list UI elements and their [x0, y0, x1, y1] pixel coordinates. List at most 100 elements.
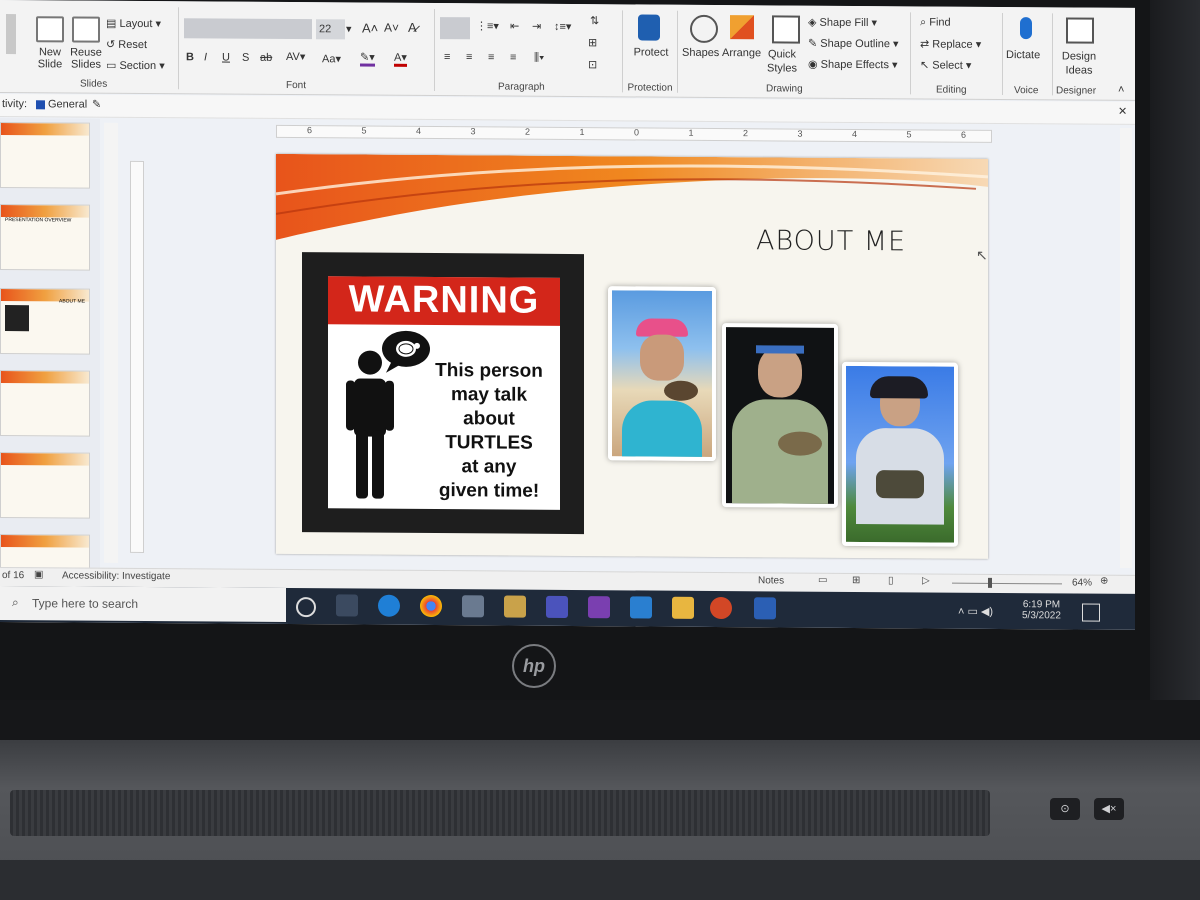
internet-explorer-icon[interactable] — [378, 594, 400, 617]
slide-thumbnail[interactable] — [0, 452, 90, 519]
strikethrough-icon[interactable]: ab — [260, 52, 272, 64]
protect-lock-icon[interactable] — [638, 14, 660, 41]
notes-button[interactable]: Notes — [758, 575, 784, 586]
slide-thumbnail[interactable] — [0, 122, 90, 189]
italic-icon[interactable]: I — [204, 51, 207, 63]
line-spacing-icon[interactable]: ↕≡▾ — [554, 20, 571, 33]
word-icon[interactable] — [754, 597, 776, 620]
thumbnail-banner — [1, 535, 89, 548]
columns-icon[interactable]: ⫼▾ — [534, 52, 544, 65]
shapes-button[interactable]: Shapes — [682, 47, 719, 59]
change-case-icon[interactable]: Aa▾ — [322, 52, 341, 65]
slide-thumbnail[interactable]: ABOUT ME — [0, 288, 90, 355]
justify-icon[interactable]: ≡ — [510, 52, 516, 64]
photo-beach-turtle[interactable] — [608, 286, 716, 461]
collapse-ribbon-icon[interactable]: ˄ — [1118, 84, 1124, 96]
teams-icon[interactable] — [546, 595, 568, 618]
cortana-icon[interactable] — [296, 597, 316, 618]
slide-thumbnail[interactable]: PRESENTATION OVERVIEW — [0, 204, 90, 271]
increase-indent-icon[interactable]: ⇥ — [532, 20, 541, 33]
accessibility-status[interactable]: Accessibility: Investigate — [62, 570, 170, 582]
align-text-icon[interactable]: ⊞ — [588, 36, 597, 49]
shrink-font-icon[interactable]: A˅ — [384, 21, 399, 35]
taskbar-search-box[interactable]: ⌕ Type here to search — [0, 586, 286, 622]
reading-view-icon[interactable]: ▯ — [888, 575, 894, 586]
slide-title[interactable]: ABOUT ME — [756, 225, 956, 257]
underline-icon[interactable]: U — [222, 52, 230, 64]
highlight-icon[interactable]: ✎▾ — [360, 50, 375, 67]
protect-button[interactable]: Protect — [628, 46, 674, 58]
protection-group: Protect Protection — [624, 4, 676, 96]
outlook-icon[interactable] — [630, 596, 652, 619]
zoom-slider-thumb[interactable] — [988, 577, 992, 588]
bullets-icon[interactable] — [440, 17, 470, 40]
numbering-icon[interactable]: ⋮≡▾ — [476, 19, 499, 32]
shape-effects-button[interactable]: ◉ Shape Effects ▾ — [808, 58, 898, 72]
font-name-dropdown[interactable] — [184, 18, 312, 40]
char-spacing-icon[interactable]: AV▾ — [286, 50, 305, 63]
arrange-icon[interactable] — [730, 15, 754, 40]
quick-styles-button[interactable]: Quick Styles — [764, 47, 800, 75]
chrome-icon[interactable] — [420, 594, 442, 618]
font-size-dropdown-icon[interactable]: ▾ — [346, 19, 358, 39]
task-view-icon[interactable] — [336, 594, 358, 617]
design-ideas-icon[interactable] — [1066, 17, 1094, 44]
layout-button[interactable]: ▤ Layout ▾ — [106, 17, 161, 30]
fit-slide-icon[interactable]: ⊕ — [1100, 576, 1108, 587]
powerpoint-icon[interactable] — [710, 596, 732, 620]
arrange-button[interactable]: Arrange — [722, 47, 761, 59]
shapes-icon[interactable] — [690, 14, 718, 44]
close-icon[interactable]: ✕ — [1118, 105, 1127, 118]
system-tray-icons[interactable]: ˄ ▭ ◀) — [958, 605, 993, 618]
replace-button[interactable]: ⇄ Replace ▾ — [920, 37, 981, 50]
find-button[interactable]: ⌕ Find — [920, 16, 951, 29]
onenote-icon[interactable] — [588, 596, 610, 619]
clear-format-icon[interactable]: A̷ — [408, 20, 417, 35]
shape-outline-button[interactable]: ✎ Shape Outline ▾ — [808, 37, 899, 51]
new-slide-icon[interactable] — [36, 16, 64, 43]
paste-icon[interactable] — [6, 14, 16, 55]
normal-view-icon[interactable]: ▭ — [818, 575, 827, 586]
text-direction-icon[interactable]: ⇅ — [590, 14, 599, 27]
notifications-icon[interactable] — [1082, 603, 1100, 622]
shape-fill-button[interactable]: ◈ Shape Fill ▾ — [808, 16, 877, 29]
reuse-slides-button[interactable]: Reuse Slides — [66, 46, 106, 70]
file-explorer-icon[interactable] — [672, 596, 694, 619]
shadow-icon[interactable]: S — [242, 52, 249, 64]
microphone-icon[interactable] — [1020, 17, 1032, 40]
wireless-button[interactable]: ⊙ — [1050, 798, 1080, 820]
channel-name[interactable]: General — [48, 98, 87, 110]
font-size-field[interactable]: 22 — [316, 19, 345, 40]
select-button[interactable]: ↖ Select ▾ — [920, 58, 971, 71]
photo-night-turtle[interactable] — [722, 323, 838, 508]
design-ideas-button[interactable]: Design Ideas — [1056, 49, 1102, 77]
section-button[interactable]: ▭ Section ▾ — [106, 59, 165, 72]
thumbnail-scrollbar[interactable] — [104, 122, 118, 563]
editor-scrollbar[interactable] — [1120, 127, 1132, 568]
decrease-indent-icon[interactable]: ⇤ — [510, 20, 519, 33]
align-center-icon[interactable]: ≡ — [466, 51, 472, 63]
slide-sorter-icon[interactable]: ⊞ — [852, 575, 860, 586]
bold-icon[interactable]: B — [186, 51, 194, 63]
quick-styles-icon[interactable] — [772, 15, 800, 44]
grow-font-icon[interactable]: A˄ — [362, 21, 378, 36]
spellcheck-icon[interactable]: ▣ — [34, 569, 43, 580]
taskbar-clock[interactable]: 6:19 PM 5/3/2022 — [1022, 599, 1061, 621]
dictate-button[interactable]: Dictate — [1006, 49, 1040, 61]
mute-button[interactable]: ◀× — [1094, 798, 1124, 820]
zoom-level[interactable]: 64% — [1072, 577, 1092, 588]
font-color-icon[interactable]: A▾ — [394, 50, 407, 67]
reuse-slides-icon[interactable] — [72, 16, 100, 43]
photo-field-turtle[interactable] — [842, 361, 958, 547]
zoom-slider[interactable] — [952, 582, 1062, 585]
reset-button[interactable]: ↺ Reset — [106, 38, 147, 51]
smartart-icon[interactable]: ⊡ — [588, 58, 597, 71]
align-left-icon[interactable]: ≡ — [444, 51, 450, 63]
slide-thumbnail[interactable] — [0, 370, 90, 437]
pencil-icon[interactable]: ✎ — [92, 98, 101, 111]
align-right-icon[interactable]: ≡ — [488, 51, 494, 63]
slide-canvas[interactable]: ABOUT ME WARNING This person may talk ab… — [276, 153, 988, 559]
network-app-icon[interactable] — [462, 595, 484, 618]
slideshow-icon[interactable]: ▷ — [922, 575, 930, 586]
file-app-icon[interactable] — [504, 595, 526, 618]
